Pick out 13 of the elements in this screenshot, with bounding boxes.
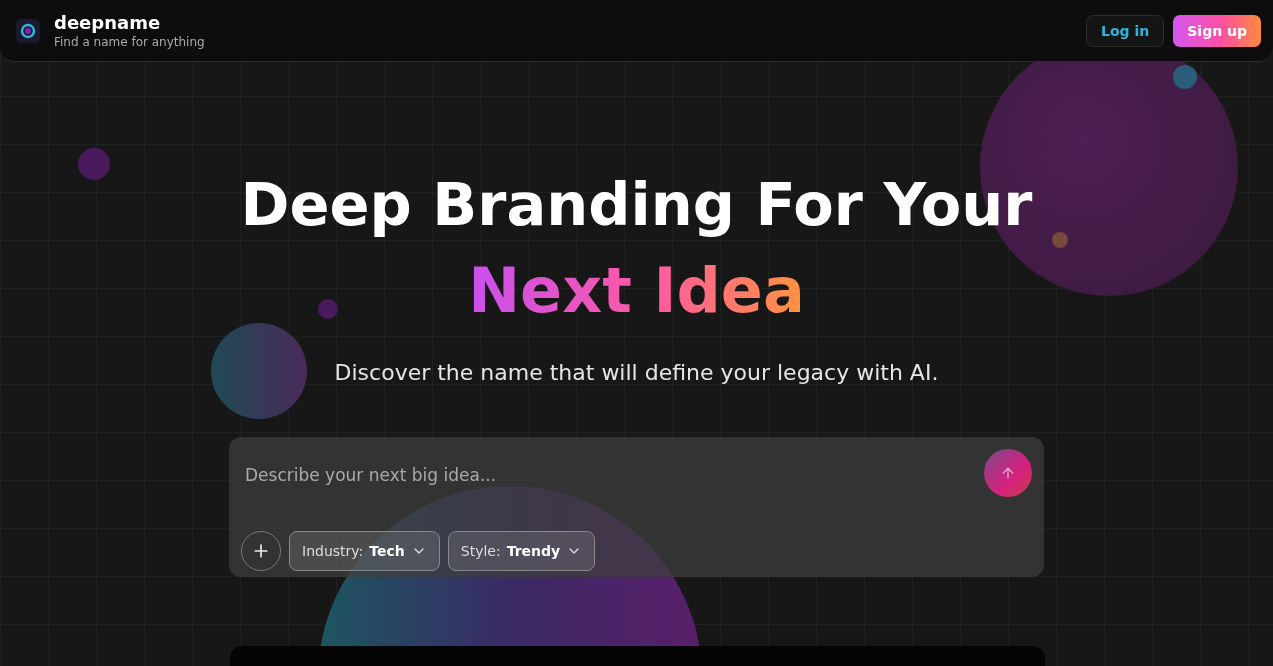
decorative-orb <box>78 148 110 180</box>
send-button[interactable] <box>984 449 1032 497</box>
decorative-orb <box>318 299 338 319</box>
ring-logo-icon <box>16 18 40 43</box>
arrow-up-icon <box>1000 465 1016 481</box>
hero-subtitle: Discover the name that will define your legacy with AI. <box>334 360 939 385</box>
idea-input-field[interactable]: Describe your next big idea... Industry: Tech Style: Trendy <box>229 437 1044 577</box>
hero-title: Deep Branding For Your <box>240 169 1033 241</box>
brand-tagline: Find a name for anything <box>54 35 205 49</box>
filter-dropdown[interactable]: Style: Trendy <box>447 531 596 571</box>
login-button[interactable]: Log in <box>1086 14 1165 47</box>
brand-name: deepname <box>54 12 162 33</box>
filter-dropdown[interactable]: Industry: Tech <box>289 531 440 571</box>
